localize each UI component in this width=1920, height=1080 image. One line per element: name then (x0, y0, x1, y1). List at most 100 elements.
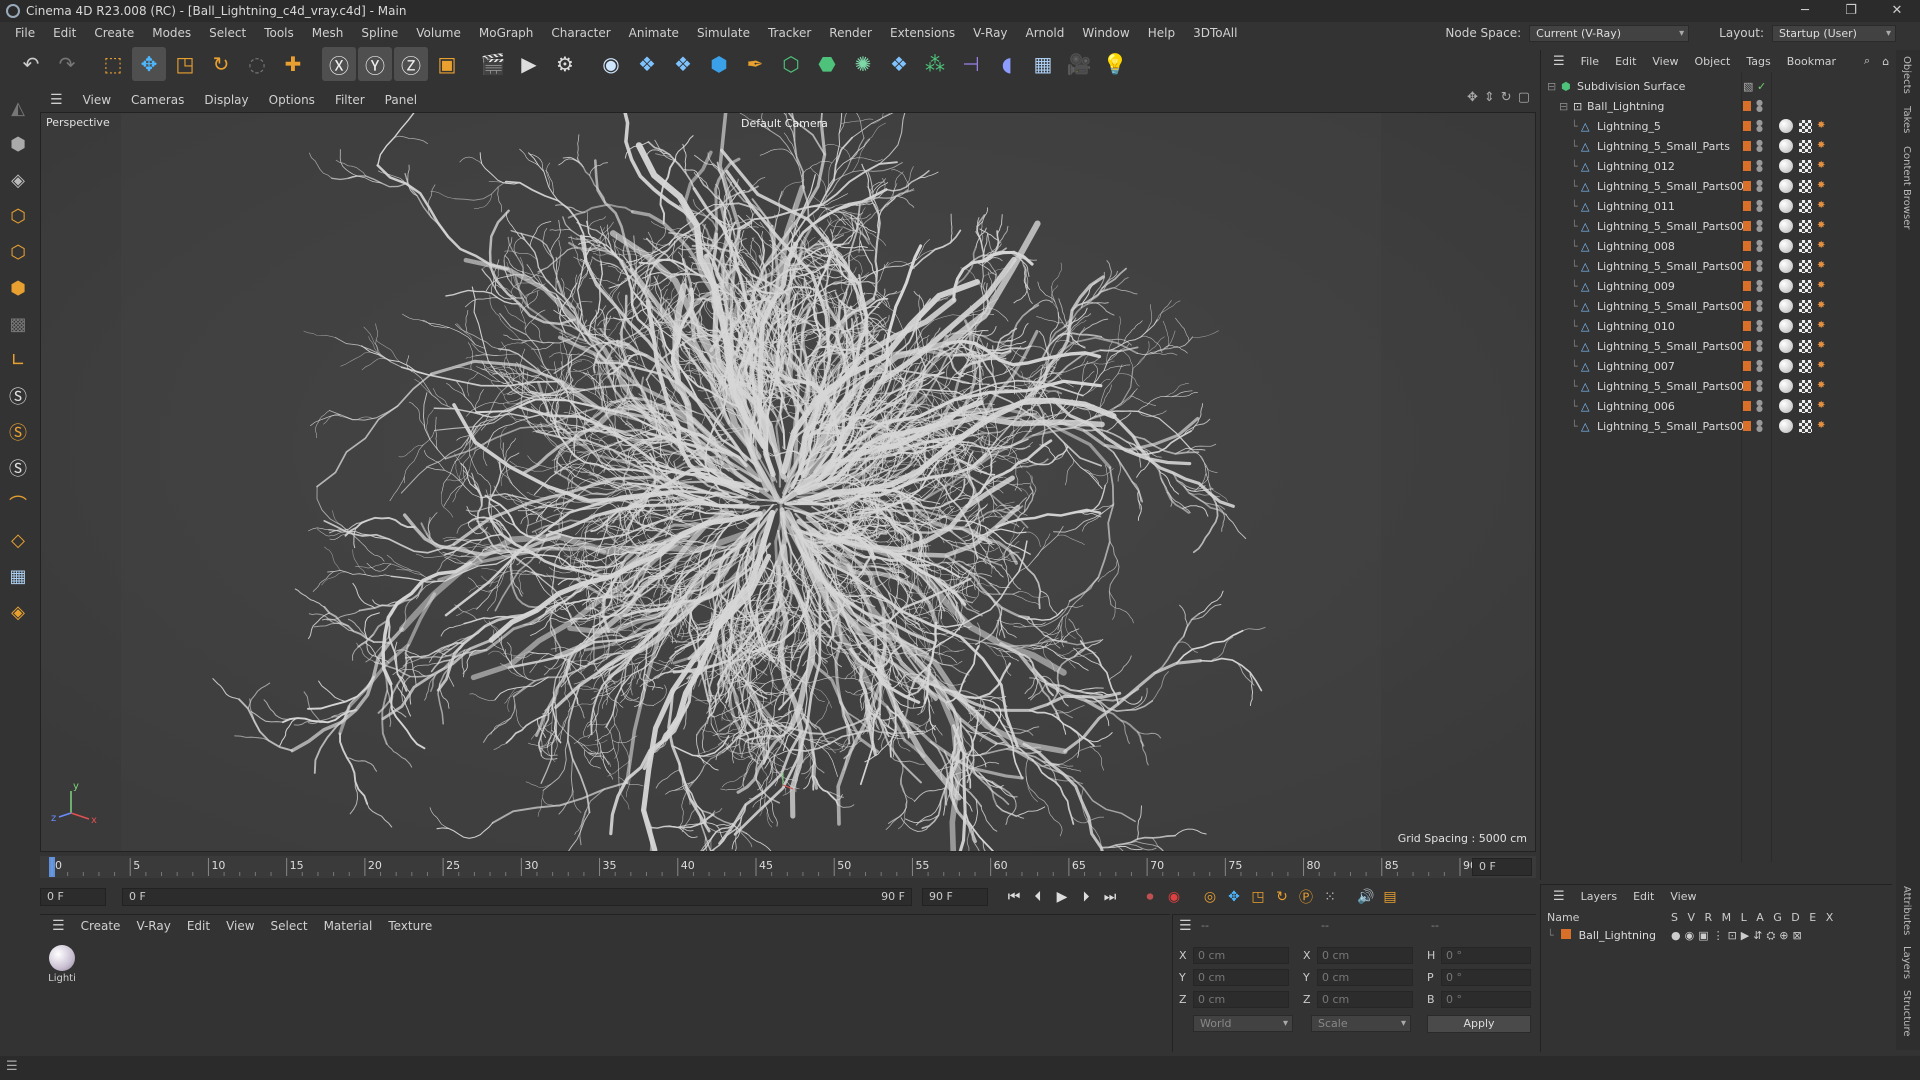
checker-tag-icon[interactable] (1799, 219, 1812, 233)
material-tag-icon[interactable] (1779, 219, 1793, 233)
object-row-child[interactable]: └ △ Lightning_5 ● ● ✸ (1541, 116, 1893, 136)
material-tag-icon[interactable] (1779, 419, 1793, 433)
visibility-dots[interactable]: ● ● (1756, 99, 1763, 113)
menu-spline[interactable]: Spline (352, 22, 407, 44)
snap-settings-icon[interactable]: Ⓢ (3, 416, 33, 448)
visibility-dots[interactable]: ● ● (1756, 199, 1763, 213)
visibility-dots[interactable]: ● ● (1756, 179, 1763, 193)
checker-tag-icon[interactable] (1799, 239, 1812, 253)
axis-mode-icon[interactable]: ∟ (3, 344, 33, 376)
phong-tag-icon[interactable]: ✸ (1817, 341, 1827, 351)
minimize-button[interactable]: ─ (1782, 0, 1828, 22)
phong-tag-icon[interactable]: ✸ (1817, 421, 1827, 431)
checker-tag-icon[interactable] (1799, 399, 1812, 413)
menu-edit[interactable]: Edit (44, 22, 85, 44)
menu-character[interactable]: Character (542, 22, 619, 44)
enabled-check-icon[interactable]: ✓ (1757, 80, 1766, 93)
layer-color-swatch[interactable] (1743, 161, 1751, 171)
material-tag-icon[interactable] (1779, 139, 1793, 153)
checker-tag-icon[interactable] (1799, 319, 1812, 333)
render-settings-icon[interactable]: ⚙ (548, 47, 582, 81)
object-row-child[interactable]: └ △ Lightning_5_Small_Parts ● ● ✸ (1541, 136, 1893, 156)
viewport-menu-options[interactable]: Options (259, 93, 325, 107)
menu-vray[interactable]: V-Ray (964, 22, 1016, 44)
layer-color-swatch[interactable] (1561, 929, 1572, 939)
object-row-child[interactable]: └ △ Lightning_010 ● ● ✸ (1541, 316, 1893, 336)
camera-label[interactable]: Default Camera (741, 117, 828, 130)
obj-menu-file[interactable]: File (1573, 55, 1607, 68)
render-view-icon[interactable]: 🎬 (476, 47, 510, 81)
x-axis-icon[interactable]: Ⓧ (322, 47, 356, 81)
light-icon[interactable]: 💡 (1098, 47, 1132, 81)
edges-mode-icon[interactable]: ⬡ (3, 236, 33, 268)
timeline-icon[interactable]: ▤ (1378, 885, 1402, 909)
make-editable-icon[interactable]: ◭ (3, 92, 33, 124)
phong-tag-icon[interactable]: ✸ (1817, 281, 1827, 291)
phong-tag-icon[interactable]: ✸ (1817, 201, 1827, 211)
phong-tag-icon[interactable]: ✸ (1817, 141, 1827, 151)
mat-menu-texture[interactable]: Texture (380, 919, 440, 933)
menu-select[interactable]: Select (200, 22, 255, 44)
phong-tag-icon[interactable]: ✸ (1817, 121, 1827, 131)
position-z-field[interactable]: 0 cm (1193, 991, 1289, 1008)
key-scale-icon[interactable]: ◳ (1246, 885, 1270, 909)
layer-color-swatch[interactable] (1743, 301, 1751, 311)
material-tag-icon[interactable] (1779, 339, 1793, 353)
visibility-dots[interactable]: ● ● (1756, 359, 1763, 373)
record-active-icon[interactable]: ⏺ (1138, 885, 1162, 909)
cube-icon[interactable]: ⬢ (702, 47, 736, 81)
obj-menu-edit[interactable]: Edit (1607, 55, 1644, 68)
material-tag-icon[interactable] (1779, 239, 1793, 253)
layer-color-swatch[interactable] (1743, 241, 1751, 251)
menu-3dtoall[interactable]: 3DToAll (1184, 22, 1246, 44)
visibility-dots[interactable]: ● ● (1756, 279, 1763, 293)
object-row-child[interactable]: └ △ Lightning_5_Small_Parts003 ● ● ✸ (1541, 256, 1893, 276)
coordinate-mode-dropdown[interactable]: Scale (1311, 1015, 1411, 1032)
viewport-hamburger-icon[interactable]: ☰ (40, 92, 73, 108)
visibility-dots[interactable]: ● ● (1756, 319, 1763, 333)
viewport-menu-cameras[interactable]: Cameras (121, 93, 194, 107)
phong-tag-icon[interactable]: ✸ (1817, 321, 1827, 331)
mat-menu-edit[interactable]: Edit (179, 919, 218, 933)
checker-tag-icon[interactable] (1799, 179, 1812, 193)
layer-color-swatch[interactable] (1743, 181, 1751, 191)
checker-tag-icon[interactable] (1799, 339, 1812, 353)
phong-tag-icon[interactable]: ✸ (1817, 261, 1827, 271)
key-position-icon[interactable]: ✥ (1222, 885, 1246, 909)
python-script-2-icon[interactable]: ❖ (666, 47, 700, 81)
timeline-ruler[interactable]: 0 5 10 15 20 25 30 35 40 45 50 55 60 65 70 75 80 85 90 0 F (40, 856, 1536, 878)
sound-icon[interactable]: 🔊 (1354, 885, 1378, 909)
object-row-child[interactable]: └ △ Lightning_007 ● ● ✸ (1541, 356, 1893, 376)
subdivision-icon[interactable]: ⬡ (774, 47, 808, 81)
floor-icon[interactable]: ▦ (1026, 47, 1060, 81)
scale-tool-icon[interactable]: ◳ (168, 47, 202, 81)
tab-objects[interactable]: Objects (1901, 56, 1912, 94)
size-z-field[interactable]: 0 cm (1317, 991, 1413, 1008)
edit-toggle-icon[interactable]: ▧ (1743, 80, 1753, 93)
visibility-dots[interactable]: ● ● (1756, 339, 1763, 353)
visibility-dots[interactable]: ● ● (1756, 379, 1763, 393)
mat-menu-create[interactable]: Create (73, 919, 129, 933)
material-swatch[interactable]: Lighti (44, 945, 80, 984)
menu-extensions[interactable]: Extensions (881, 22, 964, 44)
layer-color-swatch[interactable] (1743, 341, 1751, 351)
tab-attributes[interactable]: Attributes (1901, 886, 1912, 935)
layers-menu-view[interactable]: View (1662, 890, 1704, 903)
object-row-child[interactable]: └ △ Lightning_5_Small_Parts001 ● ● ✸ (1541, 416, 1893, 436)
checker-tag-icon[interactable] (1799, 139, 1812, 153)
layer-color-swatch[interactable] (1743, 101, 1751, 111)
object-row-child[interactable]: └ △ Lightning_006 ● ● ✸ (1541, 396, 1893, 416)
position-y-field[interactable]: 0 cm (1193, 969, 1289, 986)
object-row-child[interactable]: └ △ Lightning_012 ● ● ✸ (1541, 156, 1893, 176)
field-icon[interactable]: ◖ (990, 47, 1024, 81)
layout-dropdown[interactable]: Startup (User) (1772, 24, 1896, 42)
key-parameter-icon[interactable]: Ⓟ (1294, 885, 1318, 909)
pen-spline-icon[interactable]: ✒ (738, 47, 772, 81)
visibility-dots[interactable]: ● ● (1756, 159, 1763, 173)
checker-tag-icon[interactable] (1799, 279, 1812, 293)
size-x-field[interactable]: 0 cm (1317, 947, 1413, 964)
object-row-child[interactable]: └ △ Lightning_5_Small_Parts005 ● ● ✸ (1541, 336, 1893, 356)
menu-mograph[interactable]: MoGraph (470, 22, 543, 44)
mat-menu-select[interactable]: Select (263, 919, 316, 933)
vray-icon[interactable]: ◉ (594, 47, 628, 81)
